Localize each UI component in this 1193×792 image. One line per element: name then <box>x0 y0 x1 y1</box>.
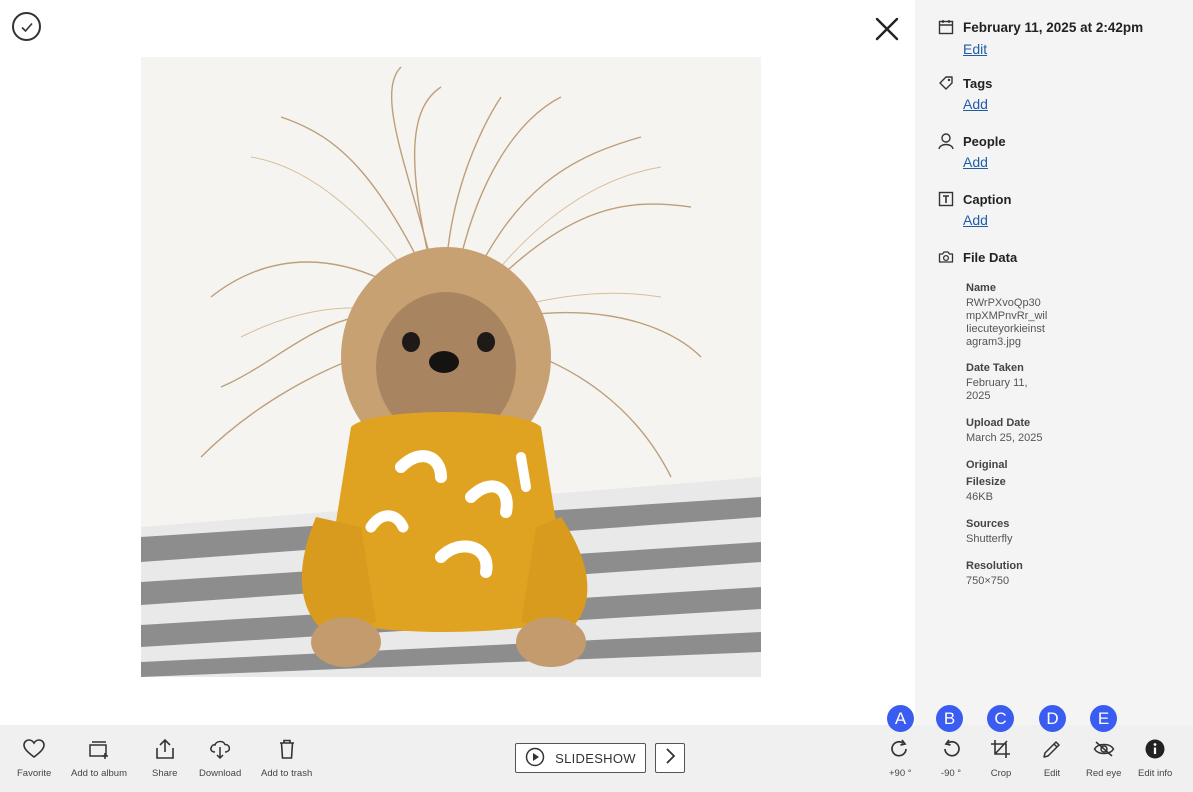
info-sidebar: February 11, 2025 at 2:42pm Edit Tags Ad… <box>915 0 1193 725</box>
file-name: Name RWrPXvoQp30mpXMPnvRr_wilIiecuteyork… <box>966 280 1061 349</box>
photo-image <box>141 57 761 677</box>
date-taken-label: Date Taken <box>966 362 1024 374</box>
edit-date-link[interactable]: Edit <box>963 41 987 57</box>
caption-row: Caption <box>937 190 1011 208</box>
sources-label: Sources <box>966 518 1010 530</box>
annotation-badge-d: D <box>1039 705 1066 732</box>
file-name-label: Name <box>966 282 996 294</box>
rotate-clockwise-button[interactable]: +90 ° <box>889 739 912 779</box>
edit-info-label: Edit info <box>1138 768 1173 779</box>
red-eye-label: Red eye <box>1086 768 1122 779</box>
pencil-icon <box>1041 739 1063 764</box>
crop-button[interactable]: Crop <box>990 739 1012 779</box>
upload-date-value: March 25, 2025 <box>966 432 1043 444</box>
trash-icon <box>276 739 298 764</box>
rotate-counterclockwise-button[interactable]: -90 ° <box>940 739 962 779</box>
add-to-album-label: Add to album <box>71 768 127 779</box>
rotate-counterclockwise-label: -90 ° <box>940 768 962 779</box>
share-label: Share <box>152 768 178 779</box>
favorite-label: Favorite <box>17 768 52 779</box>
caption-title: Caption <box>963 191 1012 207</box>
bottom-toolbar: Favorite Add to album Share Download Add… <box>0 725 1193 792</box>
share-icon <box>154 738 176 764</box>
slideshow-button[interactable]: SLIDESHOW <box>515 743 646 773</box>
tag-icon <box>937 74 955 92</box>
photo-viewer <box>0 0 915 725</box>
eye-slash-icon <box>1093 739 1115 764</box>
date-value: February 11, 2025 at 2:42pm <box>963 19 1144 35</box>
crop-icon <box>990 739 1012 764</box>
text-box-icon <box>937 190 955 208</box>
upload-date: Upload Date March 25, 2025 <box>966 415 1061 445</box>
people-row: People <box>937 132 1006 150</box>
edit-button[interactable]: Edit <box>1041 739 1063 779</box>
camera-icon <box>937 248 955 266</box>
sources-value: Shutterfly <box>966 533 1013 545</box>
rotate-clockwise-icon <box>889 739 911 764</box>
rotate-counterclockwise-icon <box>940 739 962 764</box>
cloud-download-icon <box>209 739 231 764</box>
original-filesize: Original Filesize 46KB <box>966 457 1061 504</box>
rotate-clockwise-label: +90 ° <box>889 768 912 779</box>
download-button[interactable]: Download <box>199 739 241 779</box>
date-row: February 11, 2025 at 2:42pm <box>937 18 1143 36</box>
people-title: People <box>963 133 1006 149</box>
annotation-badge-b: B <box>936 705 963 732</box>
resolution-label: Resolution <box>966 560 1023 572</box>
info-icon <box>1144 739 1166 764</box>
add-people-link[interactable]: Add <box>963 154 988 170</box>
add-to-trash-label: Add to trash <box>261 768 313 779</box>
download-label: Download <box>199 768 242 779</box>
add-caption-link[interactable]: Add <box>963 212 988 228</box>
favorite-button[interactable]: Favorite <box>17 739 51 779</box>
annotation-badge-e: E <box>1090 705 1117 732</box>
add-album-icon <box>88 739 110 764</box>
calendar-icon <box>937 18 955 36</box>
tags-row: Tags <box>937 74 992 92</box>
annotation-badge-c: C <box>987 705 1014 732</box>
resolution-value: 750×750 <box>966 575 1010 587</box>
file-data-title: File Data <box>963 249 1018 265</box>
file-name-value: RWrPXvoQp30mpXMPnvRr_wilIiecuteyorkieins… <box>966 297 1048 348</box>
sources: Sources Shutterfly <box>966 516 1061 546</box>
play-circle-icon <box>525 747 545 770</box>
next-photo-button[interactable] <box>655 743 685 773</box>
close-icon[interactable] <box>872 14 902 44</box>
original-filesize-value: 46KB <box>966 491 993 503</box>
person-icon <box>937 132 955 150</box>
date-taken-value: February 11, 2025 <box>966 377 1028 402</box>
edit-info-button[interactable]: Edit info <box>1138 739 1172 779</box>
resolution: Resolution 750×750 <box>966 558 1061 588</box>
add-tags-link[interactable]: Add <box>963 96 988 112</box>
add-to-trash-button[interactable]: Add to trash <box>261 739 312 779</box>
edit-label: Edit <box>1043 768 1061 779</box>
chevron-right-icon <box>663 747 677 769</box>
file-data-row: File Data <box>937 248 1017 266</box>
upload-date-label: Upload Date <box>966 417 1031 429</box>
red-eye-button[interactable]: Red eye <box>1086 739 1121 779</box>
slideshow-label: SLIDESHOW <box>555 750 636 766</box>
heart-icon <box>23 739 45 764</box>
crop-label: Crop <box>990 768 1012 779</box>
tags-title: Tags <box>963 75 993 91</box>
original-filesize-label: Original Filesize <box>966 459 1008 488</box>
date-taken: Date Taken February 11, 2025 <box>966 360 1061 403</box>
add-to-album-button[interactable]: Add to album <box>71 739 127 779</box>
annotation-badge-a: A <box>887 705 914 732</box>
share-button[interactable]: Share <box>152 738 178 779</box>
select-checkmark-icon[interactable] <box>12 12 41 41</box>
